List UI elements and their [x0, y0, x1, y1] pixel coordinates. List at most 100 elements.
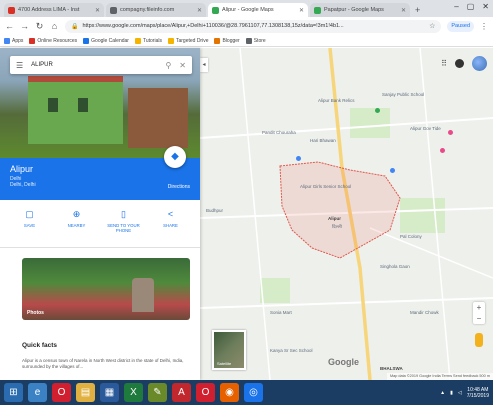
- excel-taskbar-icon[interactable]: X: [124, 383, 143, 402]
- feather-taskbar-icon[interactable]: ✎: [148, 383, 167, 402]
- browser-toolbar: ← → ↻ ⌂ 🔒 https://www.google.com/maps/pl…: [0, 17, 493, 35]
- lock-icon: 🔒: [71, 23, 79, 30]
- acrobat-taskbar-icon[interactable]: A: [172, 383, 191, 402]
- bookmark-label: Google Calendar: [91, 37, 129, 44]
- tab-title: Alipur - Google Maps: [222, 7, 274, 13]
- bookmark-item[interactable]: Blogger: [214, 37, 240, 44]
- close-icon[interactable]: ✕: [179, 61, 186, 70]
- map-canvas[interactable]: Alipur Bank Relics Sanjay Public School …: [200, 48, 493, 380]
- system-tray: ▲ ▮ ◁ 10:48 AM 7/15/2019: [440, 387, 489, 399]
- map-label[interactable]: Mandir Chowk: [410, 310, 439, 315]
- opera-taskbar-icon[interactable]: O: [52, 383, 71, 402]
- search-input[interactable]: ALIPUR: [31, 62, 157, 68]
- profile-button[interactable]: Paused: [447, 20, 474, 32]
- close-icon[interactable]: ✕: [401, 7, 406, 14]
- bookmark-label: Online Resources: [37, 37, 78, 44]
- bookmark-item[interactable]: Google Calendar: [83, 37, 129, 44]
- tab-favicon: [212, 6, 219, 14]
- map-label[interactable]: Budhpur: [206, 208, 223, 213]
- bookmark-icon: [83, 37, 90, 44]
- opera-taskbar-icon[interactable]: O: [196, 383, 215, 402]
- browser-tab-4[interactable]: Papatpur - Google Maps ✕: [310, 3, 410, 17]
- folder-icon: [134, 37, 141, 44]
- browser-tab-2[interactable]: compagny.fileinfo.com ✕: [106, 3, 206, 17]
- zoom-out-button[interactable]: −: [473, 313, 485, 324]
- bookmark-item[interactable]: Online Resources: [29, 37, 78, 44]
- directions-label[interactable]: Directions: [168, 184, 190, 190]
- firefox-taskbar-icon[interactable]: ◉: [220, 383, 239, 402]
- map-label[interactable]: Alipur Girls Senior School: [300, 184, 351, 189]
- directions-icon[interactable]: ◆: [164, 146, 186, 168]
- bookmark-item[interactable]: Tutorials: [134, 37, 162, 44]
- nearby-button[interactable]: ⊕ NEARBY: [57, 208, 97, 243]
- new-tab-button[interactable]: +: [415, 5, 420, 15]
- satellite-toggle[interactable]: Satellite: [212, 330, 246, 370]
- map-label[interactable]: Alipur: [328, 216, 341, 221]
- close-icon[interactable]: ✕: [299, 7, 304, 14]
- search-icon[interactable]: ⚲: [165, 61, 171, 70]
- place-pin-icon[interactable]: [375, 108, 380, 113]
- close-icon[interactable]: ✕: [197, 7, 202, 14]
- reload-icon[interactable]: ↻: [35, 21, 44, 32]
- back-icon[interactable]: ←: [5, 21, 14, 31]
- road: [369, 227, 493, 279]
- map-label[interactable]: BHALSWA: [380, 366, 403, 371]
- tab-favicon: [110, 6, 117, 14]
- show-hidden-icons-icon[interactable]: ▲: [440, 390, 445, 396]
- file-explorer-taskbar-icon[interactable]: ▤: [76, 383, 95, 402]
- map-label[interactable]: Sanjay Public School: [382, 92, 424, 97]
- notifications-icon[interactable]: [455, 59, 464, 68]
- clock[interactable]: 10:48 AM 7/15/2019: [467, 387, 489, 399]
- bookmark-item[interactable]: Apps: [4, 37, 23, 44]
- browser-tab-1[interactable]: 4700 Address LIMA - Inst ✕: [4, 3, 104, 17]
- avatar[interactable]: [472, 56, 487, 71]
- send-to-phone-button[interactable]: ▯ SEND TO YOUR PHONE: [104, 208, 144, 243]
- address-bar[interactable]: 🔒 https://www.google.com/maps/place/Alip…: [65, 19, 442, 33]
- zoom-in-button[interactable]: +: [473, 302, 485, 313]
- bookmark-item[interactable]: Targeted Drive: [167, 37, 208, 44]
- place-pin-icon[interactable]: [440, 148, 445, 153]
- minimize-icon[interactable]: –: [454, 2, 458, 11]
- map-label[interactable]: Alipur Bank Relics: [318, 98, 355, 103]
- bookmark-item[interactable]: Store: [245, 37, 266, 44]
- close-icon[interactable]: ✕: [95, 7, 100, 14]
- url-text[interactable]: https://www.google.com/maps/place/Alipur…: [82, 23, 425, 29]
- map-label[interactable]: Kanya Sr Sec School: [270, 348, 313, 353]
- network-icon[interactable]: ▮: [450, 390, 453, 396]
- place-pin-icon[interactable]: [296, 156, 301, 161]
- map-label[interactable]: Singhola Gaon: [380, 264, 410, 269]
- map-label[interactable]: Alipur Gov Tide: [410, 126, 441, 131]
- photos-label: Photos: [27, 310, 44, 316]
- road: [200, 117, 493, 139]
- save-button[interactable]: ▢ SAVE: [10, 208, 50, 243]
- browser-tab-3-active[interactable]: Alipur - Google Maps ✕: [208, 3, 308, 17]
- close-window-icon[interactable]: ✕: [482, 2, 489, 11]
- clock-date: 7/15/2019: [466, 392, 489, 399]
- maximize-icon[interactable]: ▢: [467, 2, 475, 11]
- forward-icon[interactable]: →: [20, 21, 29, 31]
- apps-grid-icon[interactable]: ⠿: [441, 59, 447, 68]
- map-label[interactable]: Pandit Chouraha: [262, 130, 296, 135]
- menu-kebab-icon[interactable]: ⋮: [480, 22, 488, 31]
- outlook-taskbar-icon[interactable]: ▦: [100, 383, 119, 402]
- share-button[interactable]: < SHARE: [151, 208, 191, 243]
- pegman-icon[interactable]: [475, 333, 483, 347]
- hamburger-menu-icon[interactable]: ☰: [16, 61, 23, 70]
- place-pin-icon[interactable]: [390, 168, 395, 173]
- place-pin-icon[interactable]: [448, 130, 453, 135]
- map-label[interactable]: Pal Colony: [400, 234, 422, 239]
- star-icon[interactable]: ☆: [429, 22, 435, 30]
- collapse-panel-button[interactable]: ◂: [200, 58, 208, 72]
- ie-taskbar-icon[interactable]: e: [28, 383, 47, 402]
- map-label[interactable]: Sonia Mart: [270, 310, 292, 315]
- road: [200, 297, 493, 309]
- search-box[interactable]: ☰ ALIPUR ⚲ ✕: [10, 56, 192, 74]
- bookmark-icon: [29, 37, 36, 44]
- start-button[interactable]: ⊞: [4, 383, 23, 402]
- photos-thumbnail[interactable]: Photos: [22, 258, 190, 320]
- volume-icon[interactable]: ◁: [458, 390, 462, 396]
- action-label: SAVE: [23, 223, 36, 228]
- home-icon[interactable]: ⌂: [50, 21, 59, 31]
- chrome-taskbar-icon[interactable]: ◎: [244, 383, 263, 402]
- map-label[interactable]: Hari Bhawan: [310, 138, 336, 143]
